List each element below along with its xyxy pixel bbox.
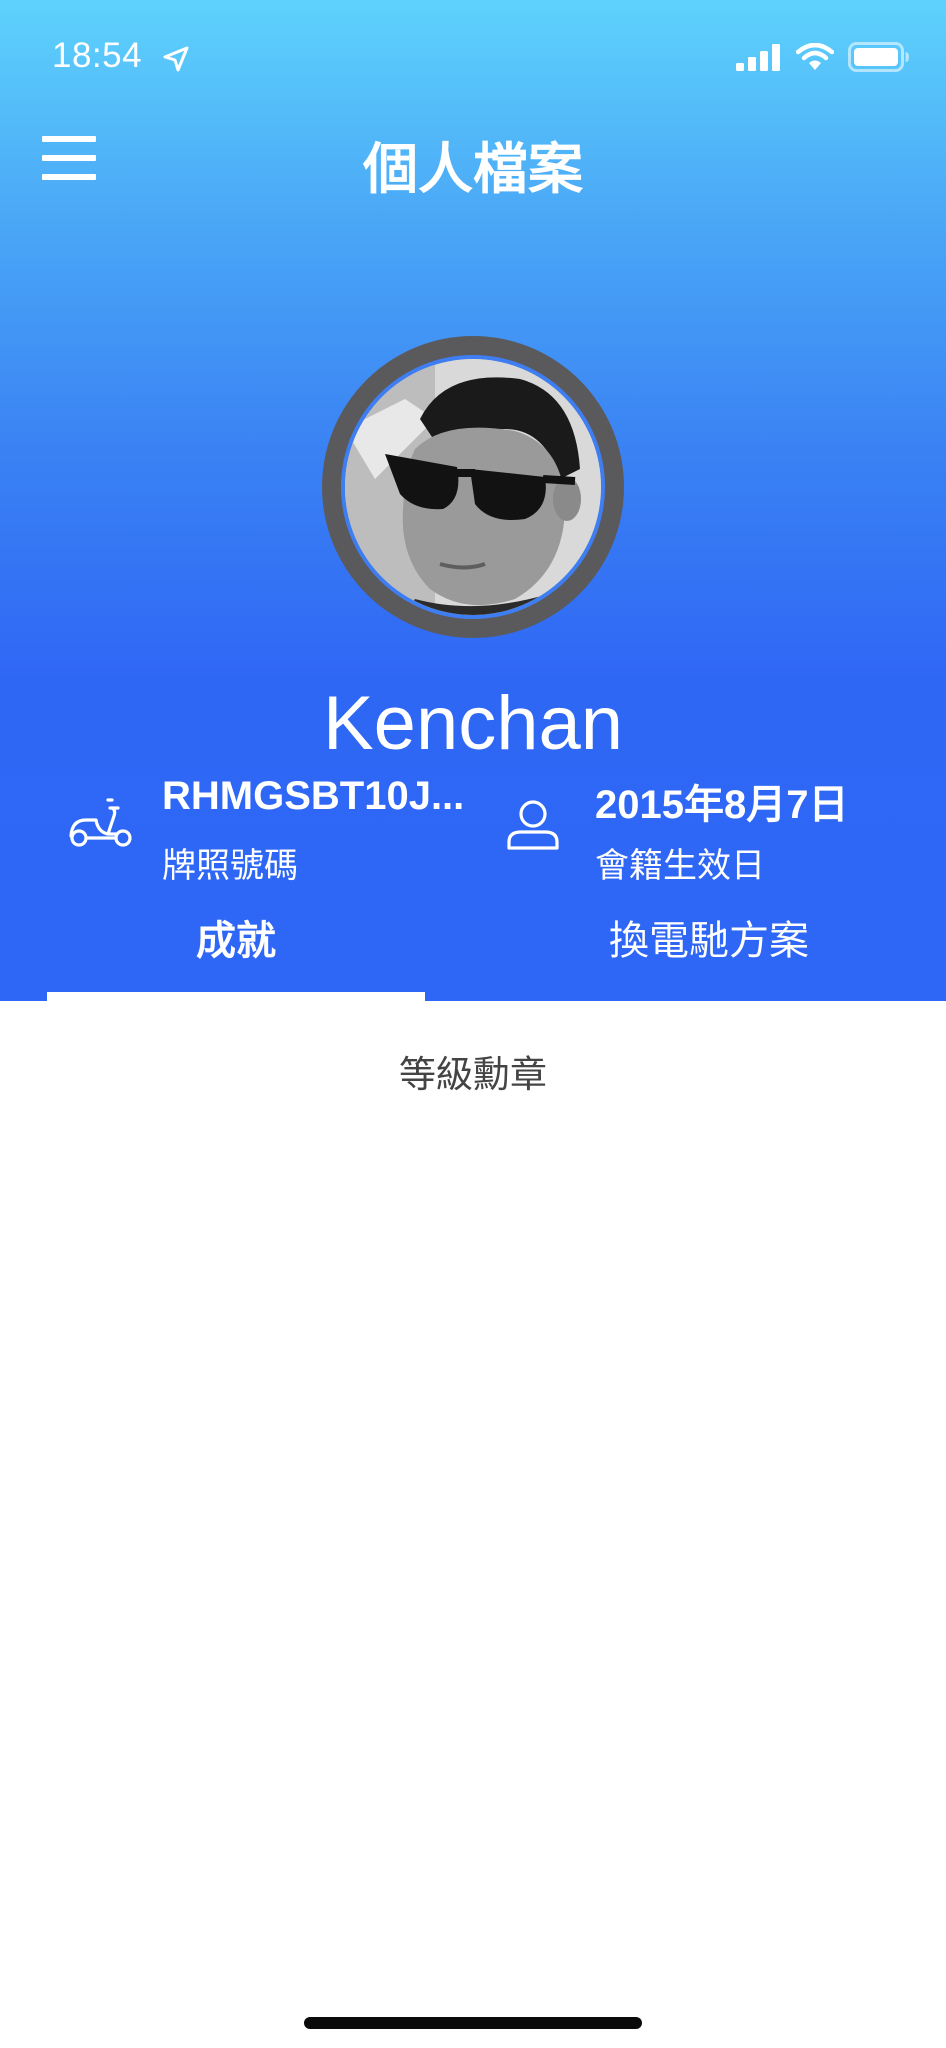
wifi-icon xyxy=(796,43,834,70)
membership-date: 2015年8月7日 xyxy=(595,783,849,827)
cellular-signal-icon xyxy=(736,44,780,71)
avatar-silhouette xyxy=(345,359,601,615)
user-name: Kenchan xyxy=(322,681,624,766)
plate-number: RHMGSBT10J... xyxy=(162,774,465,818)
section-title: 等級勳章 xyxy=(399,1053,547,1096)
scooter-icon xyxy=(69,798,132,847)
page-title: 個人檔案 xyxy=(362,137,583,201)
status-icons xyxy=(736,42,910,72)
membership-date-label: 會籍生效日 xyxy=(595,846,765,886)
avatar[interactable] xyxy=(322,336,624,638)
status-time: 18:54 xyxy=(52,36,143,75)
home-indicator[interactable] xyxy=(304,2017,642,2029)
person-icon xyxy=(507,800,559,850)
tab-battery-swap-plan[interactable]: 換電馳方案 xyxy=(520,908,898,966)
profile-screen: 18:54 個人檔案 Kenchan RHMGSBT10J... 牌照號碼 20… xyxy=(0,0,946,2048)
user-photo xyxy=(345,359,601,615)
tab-achievements[interactable]: 成就 xyxy=(47,908,425,966)
location-arrow-icon xyxy=(163,46,189,72)
plate-number-label: 牌照號碼 xyxy=(162,846,298,886)
tab-active-indicator xyxy=(47,992,425,1001)
battery-icon xyxy=(848,42,909,72)
